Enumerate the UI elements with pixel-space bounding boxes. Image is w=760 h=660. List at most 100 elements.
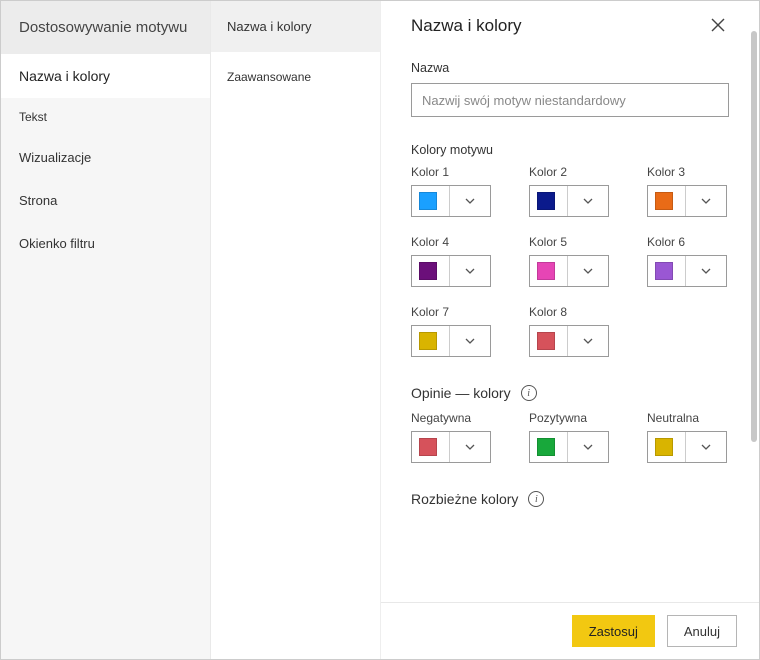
color-swatch xyxy=(537,438,555,456)
color-swatch xyxy=(537,332,555,350)
theme-color-4: Kolor 4 xyxy=(411,235,493,287)
color-swatch xyxy=(655,192,673,210)
feedback-color-1: Negatywna xyxy=(411,411,493,463)
dropdown-arrow[interactable] xyxy=(568,265,608,277)
color-picker[interactable] xyxy=(647,255,727,287)
feedback-heading: Opinie — kolory i xyxy=(411,385,729,401)
theme-color-8: Kolor 8 xyxy=(529,305,611,357)
color-label: Kolor 2 xyxy=(529,165,611,179)
sidebar-item-label: Wizualizacje xyxy=(19,150,91,165)
color-label: Kolor 5 xyxy=(529,235,611,249)
chevron-down-icon xyxy=(582,265,594,277)
color-swatch xyxy=(419,438,437,456)
sub-item-label: Zaawansowane xyxy=(227,70,311,84)
info-icon[interactable]: i xyxy=(528,491,544,507)
cancel-button-label: Anuluj xyxy=(684,624,720,639)
theme-name-input[interactable] xyxy=(411,83,729,117)
chevron-down-icon xyxy=(700,195,712,207)
color-swatch xyxy=(419,262,437,280)
color-picker[interactable] xyxy=(647,185,727,217)
chevron-down-icon xyxy=(464,265,476,277)
feedback-color-2: Pozytywna xyxy=(529,411,611,463)
sidebar-item-filter-pane[interactable]: Okienko filtru xyxy=(1,222,210,265)
theme-colors-grid: Kolor 1 Kolor 2 Kolor 3 Kolor 4 Kolor 5 Kolor… xyxy=(411,165,729,357)
dropdown-arrow[interactable] xyxy=(450,265,490,277)
main-panel: Nazwa i kolory Nazwa Kolory motywu Kolor… xyxy=(381,1,759,659)
dialog-footer: Zastosuj Anuluj xyxy=(381,602,759,659)
feedback-heading-label: Opinie — kolory xyxy=(411,385,511,401)
sub-item-label: Nazwa i kolory xyxy=(227,19,312,34)
sidebar-item-name-colors[interactable]: Nazwa i kolory xyxy=(1,54,210,98)
theme-dialog: Dostosowywanie motywu Nazwa i kolory Tek… xyxy=(0,0,760,660)
sidebar-item-page[interactable]: Strona xyxy=(1,179,210,222)
color-picker[interactable] xyxy=(411,325,491,357)
color-label: Kolor 1 xyxy=(411,165,493,179)
color-picker[interactable] xyxy=(411,185,491,217)
scrollbar[interactable] xyxy=(751,31,757,579)
divergent-heading-label: Rozbieżne kolory xyxy=(411,491,518,507)
secondary-sidebar: Nazwa i kolory Zaawansowane xyxy=(211,1,381,659)
scrollbar-thumb[interactable] xyxy=(751,31,757,442)
color-swatch xyxy=(419,192,437,210)
sidebar-item-label: Nazwa i kolory xyxy=(19,68,110,84)
chevron-down-icon xyxy=(582,335,594,347)
theme-color-5: Kolor 5 xyxy=(529,235,611,287)
dropdown-arrow[interactable] xyxy=(686,265,726,277)
chevron-down-icon xyxy=(464,441,476,453)
chevron-down-icon xyxy=(700,441,712,453)
chevron-down-icon xyxy=(464,335,476,347)
color-picker[interactable] xyxy=(529,325,609,357)
color-picker[interactable] xyxy=(647,431,727,463)
name-label: Nazwa xyxy=(411,61,729,75)
feedback-color-3: Neutralna xyxy=(647,411,729,463)
color-label: Kolor 4 xyxy=(411,235,493,249)
panel-title: Nazwa i kolory xyxy=(411,16,522,36)
feedback-colors-grid: Negatywna Pozytywna Neutralna xyxy=(411,411,729,463)
color-picker[interactable] xyxy=(411,431,491,463)
dropdown-arrow[interactable] xyxy=(568,335,608,347)
dropdown-arrow[interactable] xyxy=(450,441,490,453)
sidebar-item-label: Okienko filtru xyxy=(19,236,95,251)
chevron-down-icon xyxy=(582,441,594,453)
dropdown-arrow[interactable] xyxy=(450,195,490,207)
color-picker[interactable] xyxy=(529,185,609,217)
theme-color-1: Kolor 1 xyxy=(411,165,493,217)
color-swatch xyxy=(537,262,555,280)
apply-button-label: Zastosuj xyxy=(589,624,638,639)
sidebar-item-text[interactable]: Tekst xyxy=(1,98,210,136)
divergent-heading: Rozbieżne kolory i xyxy=(411,491,729,507)
color-label: Kolor 7 xyxy=(411,305,493,319)
dropdown-arrow[interactable] xyxy=(568,441,608,453)
color-swatch xyxy=(655,438,673,456)
color-label: Kolor 8 xyxy=(529,305,611,319)
sidebar-item-visuals[interactable]: Wizualizacje xyxy=(1,136,210,179)
main-scroll[interactable]: Nazwa i kolory Nazwa Kolory motywu Kolor… xyxy=(381,1,759,602)
dropdown-arrow[interactable] xyxy=(686,441,726,453)
dropdown-arrow[interactable] xyxy=(568,195,608,207)
sidebar-item-label: Strona xyxy=(19,193,57,208)
color-picker[interactable] xyxy=(529,255,609,287)
primary-sidebar-title: Dostosowywanie motywu xyxy=(1,1,210,54)
apply-button[interactable]: Zastosuj xyxy=(572,615,655,647)
sub-item-name-colors[interactable]: Nazwa i kolory xyxy=(211,1,380,52)
main-header: Nazwa i kolory xyxy=(411,15,729,47)
color-swatch xyxy=(419,332,437,350)
cancel-button[interactable]: Anuluj xyxy=(667,615,737,647)
color-swatch xyxy=(537,192,555,210)
sidebar-item-label: Tekst xyxy=(19,110,47,124)
sub-item-advanced[interactable]: Zaawansowane xyxy=(211,52,380,102)
info-icon[interactable]: i xyxy=(521,385,537,401)
dropdown-arrow[interactable] xyxy=(686,195,726,207)
color-label: Negatywna xyxy=(411,411,493,425)
theme-colors-label: Kolory motywu xyxy=(411,143,729,157)
color-label: Kolor 3 xyxy=(647,165,729,179)
chevron-down-icon xyxy=(700,265,712,277)
theme-color-2: Kolor 2 xyxy=(529,165,611,217)
close-icon[interactable] xyxy=(707,15,729,37)
primary-sidebar: Dostosowywanie motywu Nazwa i kolory Tek… xyxy=(1,1,211,659)
color-label: Pozytywna xyxy=(529,411,611,425)
theme-color-3: Kolor 3 xyxy=(647,165,729,217)
color-picker[interactable] xyxy=(529,431,609,463)
dropdown-arrow[interactable] xyxy=(450,335,490,347)
color-picker[interactable] xyxy=(411,255,491,287)
